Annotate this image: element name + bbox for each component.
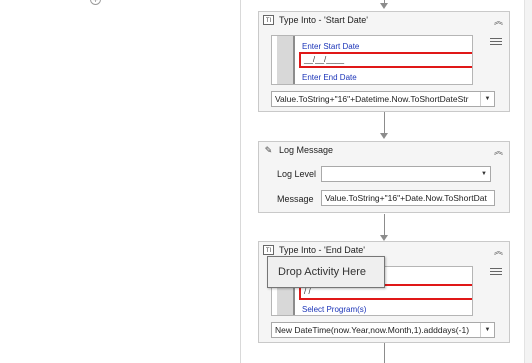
screen-label-start-date: Enter Start Date bbox=[302, 42, 360, 51]
activity-title: Log Message bbox=[279, 145, 334, 155]
collapse-icon[interactable]: ︽ bbox=[494, 14, 503, 27]
activity-type-into-start-date[interactable]: TI Type Into - 'Start Date' ︽ Enter Star… bbox=[258, 11, 510, 112]
connector-line bbox=[384, 214, 385, 236]
collapse-icon[interactable]: ︽ bbox=[494, 144, 503, 157]
message-label: Message bbox=[277, 194, 314, 204]
vertical-scrollbar[interactable] bbox=[524, 0, 532, 363]
dropdown-arrow-icon[interactable]: ▼ bbox=[480, 92, 494, 106]
left-pane: + bbox=[0, 0, 240, 363]
dropdown-arrow-icon: ▼ bbox=[481, 171, 487, 177]
expression-text: New DateTime(now.Year,now.Month,1).addda… bbox=[275, 325, 470, 335]
activity-header: TI Type Into - 'Start Date' ︽ bbox=[259, 12, 509, 30]
screen-sidebar bbox=[277, 36, 295, 84]
message-value: Value.ToString+"16"+Date.Now.ToShortDat bbox=[325, 193, 487, 203]
log-level-select[interactable]: ▼ bbox=[321, 166, 491, 182]
connector-arrow bbox=[380, 3, 388, 9]
dropdown-arrow-icon[interactable]: ▼ bbox=[480, 323, 494, 337]
text-expression-field[interactable]: New DateTime(now.Year,now.Month,1).addda… bbox=[271, 322, 495, 338]
screen-label-end-date: Enter End Date bbox=[302, 73, 357, 82]
drop-activity-tooltip: Drop Activity Here bbox=[267, 256, 385, 288]
activity-title: Type Into - 'End Date' bbox=[279, 245, 365, 255]
expression-text: Value.ToString+"16"+Datetime.Now.ToShort… bbox=[275, 94, 469, 104]
activity-header: ✎ Log Message ︽ bbox=[259, 142, 509, 160]
log-message-icon: ✎ bbox=[264, 145, 273, 155]
activity-title: Type Into - 'Start Date' bbox=[279, 15, 368, 25]
menu-icon[interactable] bbox=[490, 266, 502, 277]
type-into-icon: TI bbox=[263, 245, 274, 255]
screen-label-select-programs: Select Program(s) bbox=[302, 305, 367, 314]
activity-log-message[interactable]: ✎ Log Message ︽ Log Level ▼ Message Valu… bbox=[258, 141, 510, 213]
tooltip-text: Drop Activity Here bbox=[278, 266, 367, 278]
screenshot-preview[interactable]: Enter Start Date __/__/____ Enter End Da… bbox=[271, 35, 473, 85]
collapse-icon[interactable]: ︽ bbox=[494, 244, 503, 257]
menu-icon[interactable] bbox=[490, 36, 502, 47]
start-date-field: __/__/____ bbox=[299, 52, 472, 68]
message-field[interactable]: Value.ToString+"16"+Date.Now.ToShortDat bbox=[321, 190, 495, 206]
text-expression-field[interactable]: Value.ToString+"16"+Datetime.Now.ToShort… bbox=[271, 91, 495, 107]
connector-line bbox=[384, 112, 385, 134]
connector-line bbox=[384, 343, 385, 363]
connector-arrow bbox=[380, 133, 388, 139]
log-level-label: Log Level bbox=[277, 169, 317, 179]
plus-circle-icon[interactable]: + bbox=[90, 0, 101, 5]
type-into-icon: TI bbox=[263, 15, 274, 25]
